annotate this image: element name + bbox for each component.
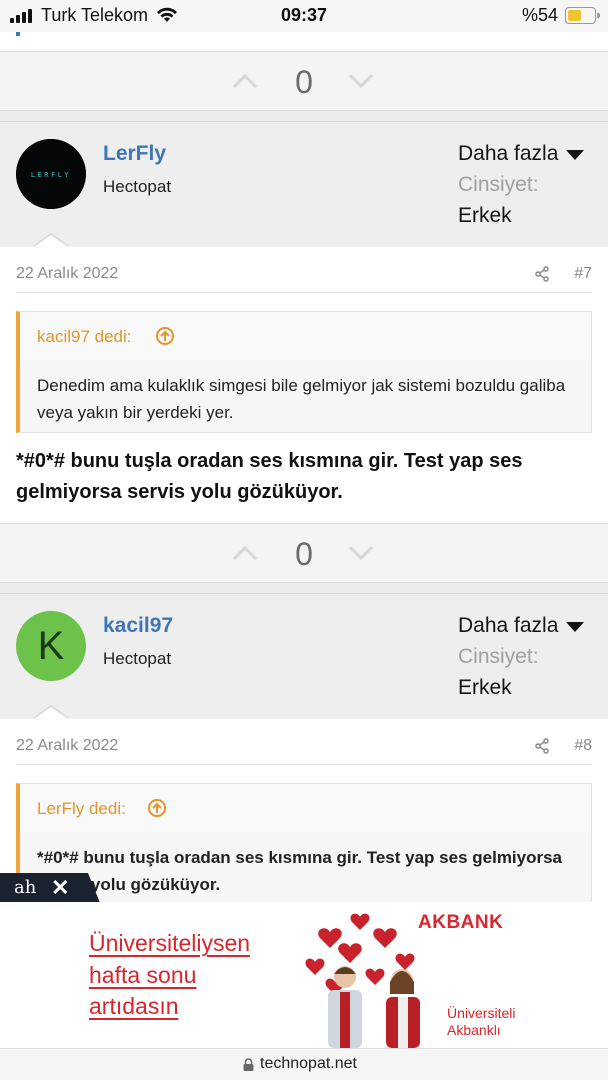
share-icon[interactable] xyxy=(534,266,550,282)
quote-header: kacil97 dedi: xyxy=(20,312,591,360)
gender-label: Cinsiyet: xyxy=(458,173,539,196)
post-body: 22 Aralık 2022 #8 LerFly dedi: *#0*# bun… xyxy=(0,705,608,913)
ad-sub-line: Üniversiteli xyxy=(447,1005,516,1021)
quote-block: kacil97 dedi: Denedim ama kulaklık simge… xyxy=(16,311,592,433)
avatar-image: LERFLY xyxy=(16,139,86,209)
jump-to-quote-icon[interactable] xyxy=(147,798,167,818)
reaction-bar: 0 xyxy=(0,51,608,111)
ad-sub-line: Akbanklı xyxy=(447,1022,501,1038)
upvote-icon[interactable] xyxy=(232,72,258,90)
quote-author-link[interactable]: kacil97 dedi: xyxy=(37,327,132,347)
share-icon[interactable] xyxy=(534,738,550,754)
ad-headline-line: hafta sonu xyxy=(89,962,197,988)
quote-block: LerFly dedi: *#0*# bunu tuşla oradan ses… xyxy=(16,783,592,913)
post-user-header: K kacil97 Hectopat Daha fazla Cinsiyet: … xyxy=(0,593,608,719)
ad-headline-line: artıdasın xyxy=(89,993,179,1019)
quote-header: LerFly dedi: xyxy=(20,784,591,832)
svg-text:LERFLY: LERFLY xyxy=(31,171,71,179)
post-meta: 22 Aralık 2022 #8 xyxy=(16,719,592,765)
more-info-toggle[interactable]: Daha fazla xyxy=(458,614,558,638)
avatar[interactable]: K xyxy=(16,611,86,681)
url-text: technopat.net xyxy=(260,1055,357,1072)
user-title: Hectopat xyxy=(103,649,172,668)
caret-down-icon[interactable] xyxy=(566,622,584,632)
post-message: *#0*# bunu tuşla oradan ses kısmına gir.… xyxy=(16,450,523,503)
quote-text: Denedim ama kulaklık simgesi bile gelmiy… xyxy=(20,360,591,432)
avatar[interactable]: LERFLY xyxy=(16,139,86,209)
upvote-icon[interactable] xyxy=(232,544,258,562)
browser-url-bar[interactable]: technopat.net xyxy=(0,1048,608,1080)
ad-network-logo: ah xyxy=(14,877,37,898)
ad-banner[interactable]: Üniversiteliysen hafta sonu artıdasın AK… xyxy=(0,902,608,1048)
previous-post-tail xyxy=(0,32,608,51)
ad-headline-line: Üniversiteliysen xyxy=(89,930,251,956)
clock: 09:37 xyxy=(280,5,328,25)
more-info-toggle[interactable]: Daha fazla xyxy=(458,142,558,166)
post-body: 22 Aralık 2022 #7 kacil97 dedi: Denedim … xyxy=(0,233,608,523)
post-user-header: LERFLY LerFly Hectopat Daha fazla Cinsiy… xyxy=(0,121,608,247)
username-link[interactable]: kacil97 xyxy=(103,614,173,638)
gender-label: Cinsiyet: xyxy=(458,645,539,668)
close-ad-icon[interactable]: ✕ xyxy=(51,875,69,901)
gender-value: Erkek xyxy=(458,676,512,699)
vote-count: 0 xyxy=(295,536,313,572)
battery-percent: %54 xyxy=(522,5,559,25)
post-date[interactable]: 22 Aralık 2022 xyxy=(16,737,118,755)
post-meta: 22 Aralık 2022 #7 xyxy=(16,247,592,293)
lock-icon xyxy=(243,1058,254,1071)
downvote-icon[interactable] xyxy=(348,544,374,562)
avatar-letter: K xyxy=(37,623,65,668)
status-bar: Turk Telekom 09:37 %54 xyxy=(0,0,608,32)
battery-icon xyxy=(565,7,600,24)
quote-author-link[interactable]: LerFly dedi: xyxy=(37,799,126,819)
vote-count: 0 xyxy=(295,64,313,100)
post-number-link[interactable]: #7 xyxy=(574,265,592,283)
post-date[interactable]: 22 Aralık 2022 xyxy=(16,265,118,283)
ad-brand-logo: AKBANK xyxy=(418,912,504,933)
gender-value: Erkek xyxy=(458,204,512,227)
ad-badge: ah ✕ xyxy=(0,873,100,903)
jump-to-quote-icon[interactable] xyxy=(155,326,175,346)
username-link[interactable]: LerFly xyxy=(103,142,166,166)
downvote-icon[interactable] xyxy=(348,72,374,90)
user-title: Hectopat xyxy=(103,177,172,196)
quote-text: *#0*# bunu tuşla oradan ses kısmına gir.… xyxy=(20,832,591,912)
caret-down-icon[interactable] xyxy=(566,150,584,160)
post-number-link[interactable]: #8 xyxy=(574,737,592,755)
reaction-bar: 0 xyxy=(0,523,608,583)
